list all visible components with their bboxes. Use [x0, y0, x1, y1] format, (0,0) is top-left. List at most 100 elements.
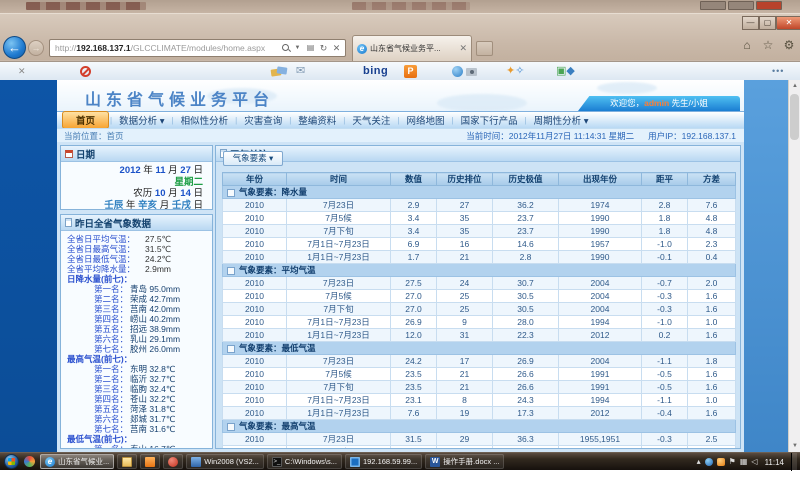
toolbar-close-icon[interactable]: ✕: [18, 66, 26, 77]
table-cell: 2004: [559, 277, 642, 290]
search-dropdown-arrow-icon[interactable]: ▼: [291, 40, 304, 56]
document-icon: [65, 218, 72, 227]
table-cell: 17.3: [493, 407, 559, 420]
table-cell: 1.8: [642, 225, 688, 238]
table-cell: 1月1日~7月23日: [287, 251, 391, 264]
element-selector-button[interactable]: 气象要素 ▾: [223, 151, 283, 166]
settings-gear-icon[interactable]: ⚙: [782, 38, 796, 52]
update-icon[interactable]: [705, 458, 713, 466]
volume-icon[interactable]: ◁: [751, 453, 757, 471]
browser-tab[interactable]: e 山东省气候业务平... ✕: [352, 35, 472, 61]
compatibility-view-icon[interactable]: ▤: [304, 40, 317, 56]
quick-launch-icon[interactable]: [24, 456, 35, 467]
rank-line: 第五名：招远 38.9mm: [67, 324, 208, 334]
taskbar-clock[interactable]: 11:14: [765, 458, 784, 467]
minimize-button[interactable]: —: [742, 16, 759, 30]
flag-icon[interactable]: ⚑: [729, 453, 736, 471]
start-button[interactable]: [4, 454, 19, 469]
breadcrumb: 当前位置：首页: [57, 130, 466, 142]
table-cell: 25: [437, 303, 493, 316]
forward-button[interactable]: →: [28, 40, 44, 56]
table-cell: 0.4: [688, 251, 736, 264]
bg-minimize-button[interactable]: [700, 1, 726, 10]
rank-line: 第三名：莒南 42.0mm: [67, 304, 208, 314]
table-cell: 7.6: [391, 407, 437, 420]
plugin-icon[interactable]: ▣◆: [556, 64, 575, 77]
scrollbar-up-button[interactable]: ▲: [789, 80, 800, 92]
table-cell: 6.9: [391, 238, 437, 251]
taskbar-button-4[interactable]: [163, 454, 183, 469]
maximize-button[interactable]: ▢: [759, 16, 776, 30]
bg-close-button[interactable]: [756, 1, 782, 10]
close-button[interactable]: ✕: [776, 16, 800, 30]
rank-line: 第二名：荣成 42.7mm: [67, 294, 208, 304]
rank-line: 第一名：泰山 16.7℃: [67, 444, 208, 449]
scrollbar-track[interactable]: ▲ ▼: [788, 80, 800, 452]
addon-toolbar: ✕ ✉ bing P ✦✧ ▣◆ •••: [0, 61, 800, 81]
nav-item-1[interactable]: 首页: [62, 111, 109, 129]
table-cell: 23.7: [493, 225, 559, 238]
taskbar-button-8[interactable]: W操作手册.docx ...: [425, 454, 504, 469]
bing-logo[interactable]: bing: [363, 65, 388, 77]
table-cell: 27.0: [391, 303, 437, 316]
toolbar-more-icon[interactable]: •••: [772, 66, 784, 76]
nav-item-3[interactable]: 相似性分析: [175, 112, 235, 128]
show-desktop-button[interactable]: [791, 453, 797, 471]
taskbar-button-5[interactable]: Win2008 (VS2...: [186, 454, 264, 469]
mail-icon[interactable]: ✉: [296, 64, 305, 77]
table-cell: 21: [437, 251, 493, 264]
nav-item-6[interactable]: 天气关注: [346, 112, 396, 128]
summary-line-2: 全省日最高气温：31.5℃: [67, 244, 208, 254]
hidden-icons-arrow-icon[interactable]: ▴: [697, 453, 701, 471]
blocker-icon[interactable]: [80, 66, 91, 77]
rank-line: 第五名：菏泽 31.8℃: [67, 404, 208, 414]
bg-maximize-button[interactable]: [728, 1, 754, 10]
rank-line: 第七名：莒南 31.6℃: [67, 424, 208, 434]
nav-separator: |: [110, 116, 112, 125]
table-header-cell: 年份: [223, 173, 287, 186]
table-cell: 24.3: [493, 394, 559, 407]
page-body: 山东省气候业务平台 欢迎您，admin 先生/小姐 首页|数据分析 ▾|相似性分…: [57, 80, 744, 452]
nav-item-2[interactable]: 数据分析 ▾: [113, 112, 170, 128]
home-icon[interactable]: ⌂: [740, 38, 754, 52]
nav-item-5[interactable]: 整编资料: [292, 112, 342, 128]
taskbar-button-3[interactable]: [140, 454, 160, 469]
p-app-icon[interactable]: P: [404, 65, 417, 78]
messenger-icon[interactable]: [452, 66, 463, 77]
table-header-cell: 数值: [391, 173, 437, 186]
nav-item-8[interactable]: 国家下行产品: [455, 112, 524, 128]
group-row-3[interactable]: 气象要素：最低气温: [223, 342, 736, 355]
table-cell: 1.6: [688, 290, 736, 303]
favorites-sparkle-icon[interactable]: ✦✧: [506, 64, 524, 77]
table-cell: 2.3: [688, 238, 736, 251]
table-cell: 1955,1951: [559, 433, 642, 446]
address-bar[interactable]: http://192.168.137.1/GLCCLIMATE/modules/…: [49, 39, 346, 57]
taskbar-button-6[interactable]: >_C:\Windows\s...: [267, 454, 342, 469]
cards-icon[interactable]: [271, 67, 289, 77]
table-cell: 2.9: [391, 199, 437, 212]
table-row: 20101月1日~7月23日7.61917.32012-0.41.6: [223, 407, 736, 420]
camera-icon[interactable]: [466, 68, 477, 76]
favorites-star-icon[interactable]: ☆: [761, 38, 775, 52]
back-button[interactable]: ←: [3, 36, 26, 59]
scrollbar-thumb[interactable]: [790, 94, 799, 140]
tab-close-icon[interactable]: ✕: [459, 43, 467, 54]
security-icon[interactable]: [717, 458, 725, 466]
network-icon[interactable]: ▦: [740, 453, 748, 471]
table-header-row: 年份时间数值历史排位历史极值出现年份距平方差: [223, 173, 736, 186]
taskbar-button-2[interactable]: [117, 454, 137, 469]
scrollbar-down-button[interactable]: ▼: [789, 440, 800, 452]
taskbar-button-7[interactable]: 192.168.59.99...: [345, 454, 422, 469]
group-row-4[interactable]: 气象要素：最高气温: [223, 420, 736, 433]
group-row-1[interactable]: 气象要素：降水量: [223, 186, 736, 199]
nav-item-7[interactable]: 网络地图: [400, 112, 450, 128]
taskbar-button-1[interactable]: e山东省气候业...: [40, 454, 114, 469]
new-tab-button[interactable]: [476, 41, 493, 56]
nav-item-9[interactable]: 周期性分析 ▾: [528, 112, 595, 128]
search-icon[interactable]: [282, 44, 290, 52]
nav-item-4[interactable]: 灾害查询: [238, 112, 288, 128]
group-row-2[interactable]: 气象要素：平均气温: [223, 264, 736, 277]
table-cell: 2004: [559, 290, 642, 303]
stop-button[interactable]: ✕: [330, 40, 343, 56]
refresh-button[interactable]: ↻: [317, 40, 330, 56]
